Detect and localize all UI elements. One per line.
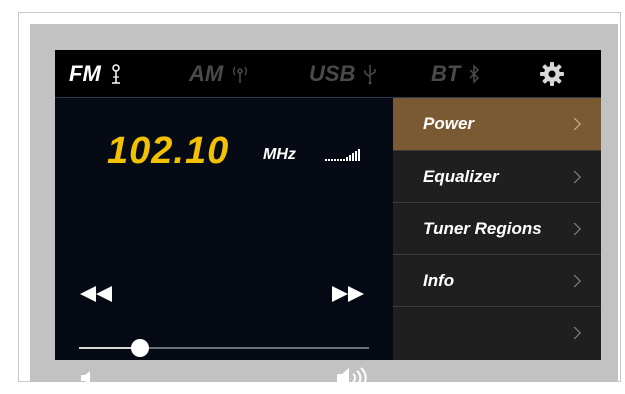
source-tab-fm[interactable]: FM <box>69 50 123 98</box>
rewind-icon <box>80 286 112 302</box>
source-label-bt: BT <box>431 61 461 86</box>
menu-item-label: Power <box>423 114 475 133</box>
volume-slider[interactable] <box>79 339 369 357</box>
antenna-icon <box>109 63 123 85</box>
chevron-right-icon <box>568 117 581 131</box>
volume-low-icon[interactable] <box>81 371 93 390</box>
frequency-display: 102.10 <box>107 130 230 172</box>
source-label-am: AM <box>189 61 224 86</box>
menu-item-label: Equalizer <box>423 166 499 186</box>
volume-slider-knob[interactable] <box>130 339 149 357</box>
radio-screen: FM AM USB BT 102.10 MHz Power Equalizer … <box>55 50 601 389</box>
frequency-unit: MHz <box>263 146 296 163</box>
chevron-right-icon <box>568 326 581 339</box>
usb-icon <box>363 63 377 85</box>
bluetooth-icon <box>468 64 480 84</box>
settings-menu: Power Equalizer Tuner Regions Info <box>393 98 601 360</box>
source-tab-bt[interactable]: BT <box>431 50 480 98</box>
signal-strength-icon <box>325 148 363 167</box>
source-label-fm: FM <box>69 61 101 86</box>
menu-item-label: Tuner Regions <box>423 218 542 238</box>
fast-forward-button[interactable] <box>331 286 365 307</box>
settings-gear-icon[interactable] <box>539 61 565 87</box>
radio-wave-icon <box>231 64 249 84</box>
fast-forward-icon <box>332 286 364 302</box>
volume-high-icon[interactable] <box>337 367 367 394</box>
menu-item-tuner-regions[interactable]: Tuner Regions <box>393 202 601 254</box>
rewind-button[interactable] <box>79 286 113 307</box>
source-bar: FM AM USB BT <box>55 50 601 98</box>
chevron-right-icon <box>568 274 581 287</box>
menu-item-equalizer[interactable]: Equalizer <box>393 150 601 202</box>
source-label-usb: USB <box>309 61 356 86</box>
menu-item-info[interactable]: Info <box>393 254 601 306</box>
menu-item-label: Info <box>423 270 455 290</box>
source-tab-usb[interactable]: USB <box>309 50 377 98</box>
source-tab-am[interactable]: AM <box>189 50 249 98</box>
chevron-right-icon <box>568 222 581 235</box>
menu-item-power[interactable]: Power <box>393 98 601 150</box>
menu-item-empty[interactable] <box>393 306 601 358</box>
player-panel: 102.10 MHz <box>55 98 393 389</box>
chevron-right-icon <box>568 170 581 183</box>
